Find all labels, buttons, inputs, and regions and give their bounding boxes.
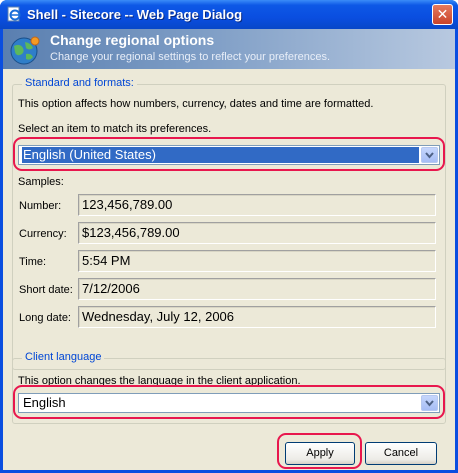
sample-label-short-date: Short date: — [19, 284, 73, 296]
sample-time: 5:54 PM — [78, 250, 436, 272]
dialog-window: Shell - Sitecore -- Web Page Dialog ✕ Ch… — [0, 0, 458, 473]
standard-description: This option affects how numbers, currenc… — [18, 98, 374, 110]
cancel-button[interactable]: Cancel — [365, 442, 437, 465]
sample-label-long-date: Long date: — [19, 312, 71, 324]
language-dropdown-button[interactable] — [421, 395, 438, 411]
samples-label: Samples: — [18, 176, 64, 188]
sample-label-currency: Currency: — [19, 228, 67, 240]
banner-title: Change regional options — [50, 32, 215, 48]
sample-currency: $123,456,789.00 — [78, 222, 436, 244]
sample-label-number: Number: — [19, 200, 62, 212]
chevron-down-icon — [425, 152, 434, 159]
locale-dropdown-button[interactable] — [421, 147, 438, 163]
select-prompt: Select an item to match its preferences. — [18, 123, 212, 135]
banner-subtitle: Change your regional settings to reflect… — [50, 51, 331, 63]
chevron-down-icon — [425, 400, 434, 407]
globe-icon — [10, 36, 40, 65]
sample-long-date: Wednesday, July 12, 2006 — [78, 306, 436, 328]
locale-select-value: English (United States) — [22, 147, 419, 163]
language-select-value: English — [23, 395, 66, 410]
sample-number: 123,456,789.00 — [78, 194, 436, 216]
standard-formats-legend: Standard and formats: — [22, 77, 137, 89]
client-language-group: Client language — [12, 351, 446, 424]
sample-label-time: Time: — [19, 256, 47, 268]
sample-short-date: 7/12/2006 — [78, 278, 436, 300]
client-language-legend: Client language — [22, 351, 105, 363]
locale-select[interactable]: English (United States) — [18, 145, 440, 165]
ie-page-icon — [7, 6, 21, 22]
apply-button[interactable]: Apply — [285, 442, 355, 465]
window-title: Shell - Sitecore -- Web Page Dialog — [27, 7, 243, 22]
close-button[interactable]: ✕ — [432, 4, 453, 25]
dialog-body: Change regional options Change your regi… — [3, 29, 455, 470]
client-language-description: This option changes the language in the … — [18, 375, 301, 387]
header-banner: Change regional options Change your regi… — [3, 29, 455, 69]
title-bar[interactable]: Shell - Sitecore -- Web Page Dialog ✕ — [0, 0, 458, 29]
language-select[interactable]: English — [18, 393, 440, 413]
